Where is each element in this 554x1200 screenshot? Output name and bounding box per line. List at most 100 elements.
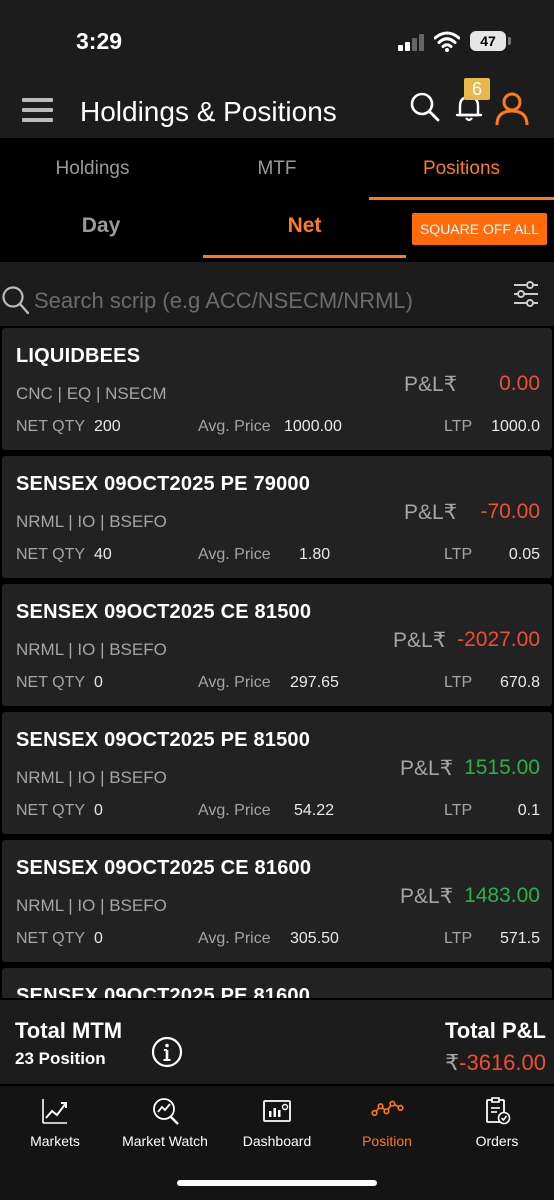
- home-indicator: [177, 1180, 377, 1186]
- net-qty-value: 200: [94, 418, 121, 435]
- avg-price-value: 305.50: [290, 930, 339, 947]
- position-card[interactable]: SENSEX 09OCT2025 CE 81500 NRML | IO | BS…: [2, 584, 552, 706]
- tab-mtf[interactable]: MTF: [185, 138, 369, 200]
- notification-badge: 6: [464, 78, 490, 100]
- nav-orders[interactable]: Orders: [442, 1086, 552, 1156]
- ltp-label: LTP: [444, 546, 473, 563]
- ltp-label: LTP: [444, 674, 473, 691]
- avg-price-value: 1.80: [299, 546, 331, 563]
- position-meta: NRML | IO | BSEFO: [16, 512, 167, 531]
- ltp-value: 670.8: [499, 674, 540, 691]
- nav-dashboard[interactable]: Dashboard: [222, 1086, 332, 1156]
- pnl-value: -70.00: [480, 500, 540, 523]
- wifi-icon: [434, 31, 460, 52]
- nav-market-watch[interactable]: Market Watch: [110, 1086, 220, 1156]
- search-icon[interactable]: [410, 92, 440, 124]
- totals-bar: Total MTM 23 Position Total P&L ₹-3616.0…: [0, 1000, 554, 1084]
- position-icon: [371, 1100, 404, 1117]
- pnl-label: P&L₹: [400, 885, 454, 908]
- pnl-label: P&L₹: [404, 373, 458, 396]
- position-symbol: SENSEX 09OCT2025 PE 81600: [16, 985, 311, 998]
- avg-price-label: Avg. Price: [198, 802, 271, 819]
- position-card[interactable]: LIQUIDBEES CNC | EQ | NSECM P&L₹ 0.00 NE…: [2, 328, 552, 450]
- position-meta: NRML | IO | BSEFO: [16, 896, 167, 915]
- tab-day[interactable]: Day: [0, 200, 202, 258]
- position-meta: NRML | IO | BSEFO: [16, 640, 167, 659]
- battery-tip: [508, 37, 511, 45]
- page-title: Holdings & Positions: [80, 96, 337, 127]
- net-qty-label: NET QTY: [16, 930, 86, 947]
- hamburger-menu-icon[interactable]: [22, 98, 53, 122]
- search-bar: [0, 262, 554, 326]
- market-watch-icon: [153, 1098, 179, 1125]
- chart-trend-icon: [42, 1099, 67, 1124]
- avg-price-value: 1000.00: [284, 418, 342, 435]
- pnl-label: P&L₹: [393, 629, 447, 652]
- avg-price-value: 54.22: [294, 802, 335, 819]
- filter-sliders-icon[interactable]: [512, 280, 540, 308]
- ltp-label: LTP: [444, 930, 473, 947]
- dashboard-icon: [263, 1100, 291, 1122]
- nav-markets[interactable]: Markets: [0, 1086, 110, 1156]
- ltp-value: 1000.0: [491, 418, 540, 435]
- cellular-signal-icon: [398, 33, 426, 51]
- user-profile-icon[interactable]: [494, 90, 530, 126]
- battery-icon: 47: [470, 31, 506, 51]
- net-qty-label: NET QTY: [16, 802, 86, 819]
- status-bar: 3:29 47: [0, 0, 554, 78]
- pnl-label: P&L₹: [400, 757, 454, 780]
- total-pnl-value: ₹-3616.00: [445, 1050, 546, 1076]
- total-mtm-label: Total MTM: [15, 1018, 123, 1043]
- ltp-label: LTP: [444, 802, 473, 819]
- nav-label: Dashboard: [242, 1133, 312, 1149]
- net-qty-value: 40: [94, 546, 112, 563]
- position-symbol: SENSEX 09OCT2025 CE 81600: [16, 857, 312, 879]
- pnl-value: 0.00: [499, 372, 540, 395]
- avg-price-label: Avg. Price: [198, 930, 271, 947]
- sub-tabs: Day Net SQUARE OFF ALL: [0, 200, 554, 258]
- net-qty-label: NET QTY: [16, 674, 86, 691]
- position-card[interactable]: SENSEX 09OCT2025 PE 81600: [2, 968, 552, 998]
- orders-icon: [486, 1097, 511, 1125]
- position-symbol: SENSEX 09OCT2025 CE 81500: [16, 601, 312, 623]
- search-scrip-input[interactable]: [34, 284, 474, 318]
- tab-positions[interactable]: Positions: [369, 138, 554, 200]
- position-card[interactable]: SENSEX 09OCT2025 PE 79000 NRML | IO | BS…: [2, 456, 552, 578]
- rupee-symbol: ₹: [445, 1050, 460, 1075]
- avg-price-value: 297.65: [290, 674, 339, 691]
- nav-position[interactable]: Position: [332, 1086, 442, 1156]
- avg-price-label: Avg. Price: [198, 674, 271, 691]
- nav-label: Orders: [475, 1133, 519, 1149]
- net-qty-value: 0: [94, 930, 103, 947]
- status-time: 3:29: [76, 28, 123, 54]
- position-symbol: SENSEX 09OCT2025 PE 79000: [16, 473, 311, 495]
- position-symbol: LIQUIDBEES: [16, 345, 141, 367]
- position-meta: NRML | IO | BSEFO: [16, 768, 167, 787]
- positions-list: LIQUIDBEES CNC | EQ | NSECM P&L₹ 0.00 NE…: [0, 328, 554, 998]
- positions-count: 23 Position: [15, 1049, 106, 1068]
- top-tabs: Holdings MTF Positions: [0, 138, 554, 200]
- tab-holdings[interactable]: Holdings: [0, 138, 185, 200]
- avg-price-label: Avg. Price: [198, 546, 271, 563]
- net-qty-value: 0: [94, 802, 103, 819]
- info-icon[interactable]: [151, 1036, 183, 1068]
- ltp-value: 0.05: [508, 546, 540, 563]
- pnl-value: 1515.00: [464, 756, 540, 779]
- position-card[interactable]: SENSEX 09OCT2025 PE 81500 NRML | IO | BS…: [2, 712, 552, 834]
- net-qty-value: 0: [94, 674, 103, 691]
- ltp-label: LTP: [444, 418, 473, 435]
- nav-label: Market Watch: [122, 1133, 208, 1149]
- pnl-value: -2027.00: [457, 628, 540, 651]
- pnl-label: P&L₹: [404, 501, 458, 524]
- tab-net[interactable]: Net: [203, 200, 406, 258]
- ltp-value: 571.5: [499, 930, 540, 947]
- square-off-all-button[interactable]: SQUARE OFF ALL: [412, 213, 547, 245]
- pnl-value: 1483.00: [464, 884, 540, 907]
- position-card[interactable]: SENSEX 09OCT2025 CE 81600 NRML | IO | BS…: [2, 840, 552, 962]
- search-icon: [2, 286, 30, 315]
- nav-label: Markets: [30, 1133, 80, 1149]
- position-symbol: SENSEX 09OCT2025 PE 81500: [16, 729, 311, 751]
- ltp-value: 0.1: [517, 802, 540, 819]
- position-meta: CNC | EQ | NSECM: [16, 384, 167, 403]
- avg-price-label: Avg. Price: [198, 418, 271, 435]
